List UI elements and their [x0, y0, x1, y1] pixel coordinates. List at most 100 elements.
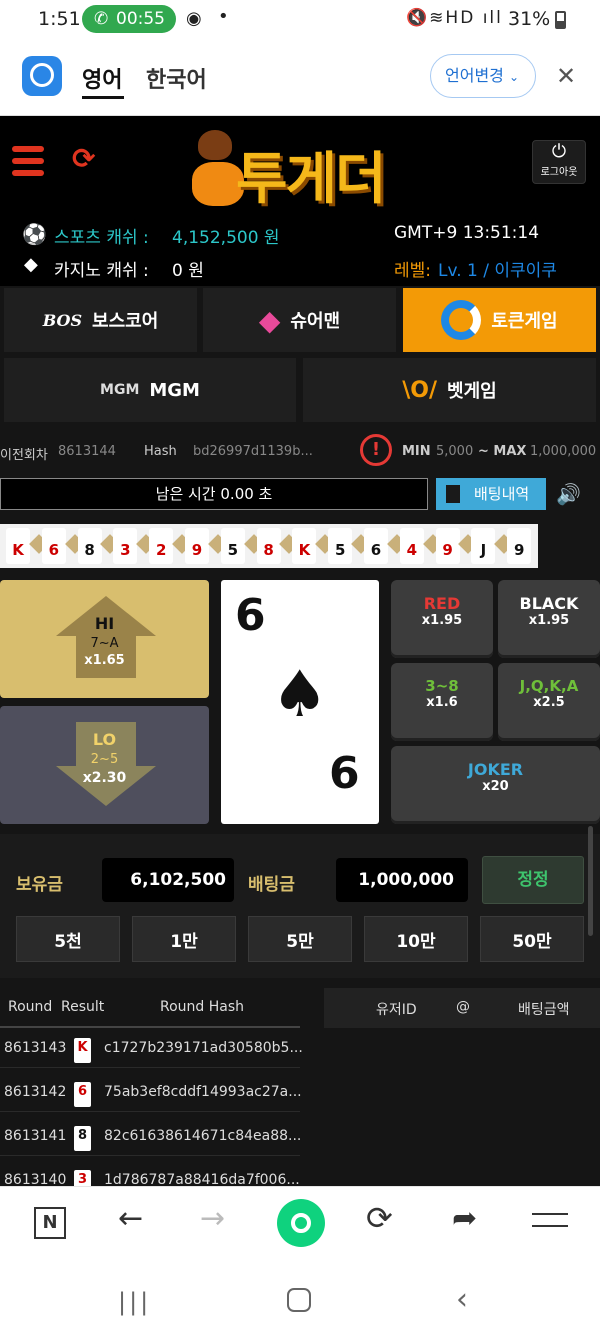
site-logo[interactable]: 투게더: [236, 134, 387, 215]
sound-icon[interactable]: 🔊: [556, 482, 581, 506]
call-timer: 00:55: [116, 9, 165, 29]
sports-cash-value: 4,152,500 원: [172, 228, 280, 248]
joker-bet-button[interactable]: JOKER x20: [391, 746, 600, 824]
hash-value: bd26997d1139b...: [193, 444, 313, 459]
three-eight-odds: x1.6: [426, 695, 458, 710]
token-logo-icon: [441, 300, 482, 340]
game-tile-sureman[interactable]: ◆ 슈어맨: [203, 288, 396, 352]
reload-icon[interactable]: ⟳: [366, 1199, 393, 1237]
back-nav-icon[interactable]: ‹: [456, 1282, 468, 1317]
history-card: 5: [328, 528, 353, 564]
lo-odds: x2.30: [82, 770, 127, 786]
min-value: 5,000: [436, 444, 474, 459]
alert-icon[interactable]: !: [360, 434, 392, 466]
green-dot-icon[interactable]: [277, 1199, 325, 1247]
current-card: 6 ♠ 6: [221, 580, 379, 824]
row-result-card: 6: [74, 1082, 91, 1107]
joker-odds: x20: [482, 779, 509, 794]
max-label: ~ MAX: [478, 444, 527, 459]
discord-icon: ◉: [186, 8, 202, 29]
three-eight-bet-button[interactable]: 3~8 x1.6: [391, 663, 493, 741]
forward-icon[interactable]: →: [200, 1201, 225, 1236]
col-at: @: [456, 999, 470, 1015]
change-language-button[interactable]: 언어변경 ⌄: [430, 54, 536, 98]
col-user: 유저ID: [376, 1002, 417, 1018]
reset-button[interactable]: 정정: [482, 856, 584, 904]
logout-button[interactable]: ⏻ 로그아웃: [532, 140, 586, 184]
game-tile-boscore[interactable]: BOS 보스코어: [4, 288, 197, 352]
hi-range: 7~A: [90, 636, 119, 651]
three-eight-label: 3~8: [425, 677, 459, 695]
game-page: ⟳ 투게더 ⏻ 로그아웃 ⚽ 스포츠 캐쉬 : 4,152,500 원 ◆ 카지…: [0, 116, 600, 1186]
game-tile-mgm[interactable]: MGM MGM: [4, 358, 296, 422]
row-hash: 82c61638614671c84ea88...: [104, 1128, 302, 1144]
battery-icon: [555, 11, 566, 29]
change-language-label: 언어변경: [445, 66, 504, 85]
game-tile-token[interactable]: 토큰게임: [403, 288, 596, 352]
status-bar: 1:51 ✆ 00:55 ◉ • 🔇≋HD ıll 31%: [0, 0, 600, 40]
recents-icon[interactable]: |||: [118, 1288, 151, 1316]
lo-bet-button[interactable]: LO 2~5 x2.30: [0, 706, 209, 824]
call-pill[interactable]: ✆ 00:55: [82, 5, 176, 33]
chip-5k-button[interactable]: 5천: [16, 916, 120, 962]
signal-icons: 🔇≋HD ıll: [406, 8, 503, 28]
bet-amount-label: 배팅금: [248, 875, 295, 895]
row-hash: 1d786787a88416da7f006...: [104, 1172, 300, 1186]
battery-text: 31%: [508, 8, 551, 30]
scrollbar[interactable]: [588, 826, 593, 936]
level-value: Lv. 1 / 이쿠이쿠: [438, 261, 557, 281]
close-icon[interactable]: ✕: [556, 62, 576, 90]
bet-amount-input[interactable]: 1,000,000: [336, 858, 468, 902]
max-value: 1,000,000: [530, 444, 597, 459]
min-label: MIN: [402, 444, 431, 459]
soccer-ball-icon: ⚽: [22, 222, 47, 246]
casino-cash-value: 0 원: [172, 261, 204, 281]
history-card: 3: [113, 528, 138, 564]
home-icon[interactable]: [287, 1288, 311, 1312]
bos-logo-icon: BOS: [42, 310, 83, 330]
chip-50k-button[interactable]: 5만: [248, 916, 352, 962]
tab-english[interactable]: 영어: [82, 62, 122, 94]
hi-bet-button[interactable]: HI 7~A x1.65: [0, 580, 209, 698]
row-round: 8613141: [4, 1128, 67, 1144]
jqka-bet-button[interactable]: J,Q,K,A x2.5: [498, 663, 600, 741]
chip-10k-button[interactable]: 1만: [132, 916, 236, 962]
col-result: Result: [61, 999, 105, 1015]
casino-cash-label: 카지노 캐쉬 :: [54, 261, 149, 281]
menu-icon[interactable]: [532, 1213, 568, 1229]
table-row: 8613141 8 82c61638614671c84ea88...: [0, 1118, 302, 1156]
table-row: 8613143 Kc1727b239171ad30580b5...: [0, 1030, 303, 1068]
bet-history-button[interactable]: 배팅내역: [436, 478, 546, 510]
hi-odds: x1.65: [84, 653, 125, 668]
diamond-icon: ◆: [24, 254, 38, 275]
history-card: 9: [507, 528, 532, 564]
naver-home-icon[interactable]: N: [34, 1207, 66, 1239]
game-tile-betgame[interactable]: \O/ 벳게임: [303, 358, 596, 422]
share-icon[interactable]: ➦: [452, 1201, 477, 1236]
tab-underline: [82, 96, 124, 99]
row-result-card: K: [74, 1038, 91, 1063]
chip-100k-button[interactable]: 10만: [364, 916, 468, 962]
balance-value: 6,102,500: [102, 858, 234, 902]
balance-label: 보유금: [16, 875, 63, 895]
bets-table-header: 유저ID @ 배팅금액: [324, 988, 600, 1028]
current-card-rank-bottom: 6: [329, 748, 360, 799]
tab-korean[interactable]: 한국어: [146, 62, 207, 94]
level-label: 레벨:: [394, 261, 432, 281]
black-bet-button[interactable]: BLACK x1.95: [498, 580, 600, 658]
red-bet-button[interactable]: RED x1.95: [391, 580, 493, 658]
back-icon[interactable]: ←: [118, 1201, 143, 1236]
history-card: 8: [256, 528, 281, 564]
hamburger-menu-icon[interactable]: [12, 146, 44, 176]
refresh-icon[interactable]: ⟳: [72, 142, 95, 175]
spade-icon: ♠: [271, 658, 329, 732]
history-card: 9: [185, 528, 209, 564]
row-result-card: 3: [74, 1170, 91, 1186]
chip-500k-button[interactable]: 50만: [480, 916, 584, 962]
red-label: RED: [423, 594, 461, 613]
site-header: ⟳ 투게더 ⏻ 로그아웃 ⚽ 스포츠 캐쉬 : 4,152,500 원 ◆ 카지…: [0, 116, 600, 286]
col-round: Round: [8, 999, 53, 1015]
black-label: BLACK: [519, 594, 579, 613]
history-card: J: [471, 528, 496, 564]
remaining-time: 남은 시간 0.00 초: [0, 478, 428, 510]
